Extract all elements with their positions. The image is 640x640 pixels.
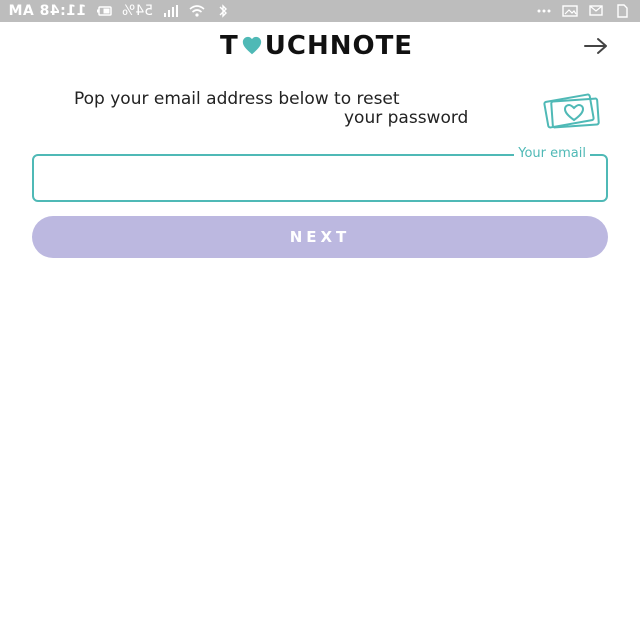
arrow-right-icon xyxy=(584,38,607,54)
image-icon xyxy=(562,4,578,18)
instruction-text: Pop your email address below to reset yo… xyxy=(74,90,524,128)
instruction-line-1: Pop your email address below to reset xyxy=(74,89,400,109)
next-button[interactable]: NEXT xyxy=(32,216,608,258)
logo-text-part2: UCHNOTE xyxy=(264,31,414,61)
battery-icon xyxy=(96,4,112,18)
card-heart-icon xyxy=(543,93,600,129)
touchnote-logo: T UCHNOTE xyxy=(220,31,414,61)
battery-percent: 54% xyxy=(122,3,154,19)
signal-icon xyxy=(163,4,179,18)
email-field-label: Your email xyxy=(514,146,590,162)
logo-text-part1: T xyxy=(220,31,239,61)
wifi-icon xyxy=(189,4,205,18)
email-field[interactable]: Your email xyxy=(32,146,608,202)
instruction-line-2: your password xyxy=(344,108,469,128)
header: T UCHNOTE xyxy=(0,22,640,72)
status-bar: 11:48 AM 54% xyxy=(0,0,640,22)
sim-icon xyxy=(614,4,630,18)
heart-icon xyxy=(242,36,261,55)
more-dots-icon xyxy=(536,4,552,18)
status-time: 11:48 AM xyxy=(8,3,87,19)
bluetooth-icon xyxy=(215,4,231,18)
email-input[interactable] xyxy=(44,164,598,194)
arrow-right-button[interactable] xyxy=(582,36,610,56)
message-icon xyxy=(588,4,604,18)
next-button-label: NEXT xyxy=(289,228,351,246)
